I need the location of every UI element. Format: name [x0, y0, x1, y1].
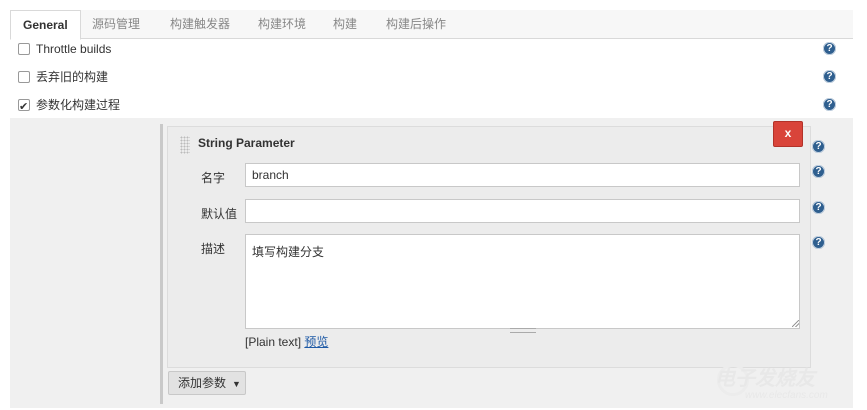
tab-build-triggers[interactable]: 构建触发器 [158, 10, 242, 38]
option-discard-old-builds[interactable]: 丢弃旧的构建 [18, 66, 108, 88]
add-parameter-label: 添加参数 [178, 376, 227, 390]
name-label: 名字 [201, 171, 226, 185]
delete-parameter-button[interactable]: x [773, 121, 803, 147]
parameter-title: String Parameter [198, 136, 295, 150]
help-icon[interactable]: ? [823, 98, 836, 111]
discard-old-builds-checkbox[interactable] [18, 70, 30, 83]
textarea-resize-handle[interactable] [510, 328, 536, 333]
default-value-label: 默认值 [201, 207, 238, 221]
name-input[interactable]: branch [245, 163, 800, 187]
help-icon[interactable]: ? [812, 201, 825, 214]
default-value-input[interactable] [245, 199, 800, 223]
description-textarea[interactable]: 填写构建分支 [245, 234, 800, 329]
help-icon[interactable]: ? [823, 42, 836, 55]
watermark-url: www.elecfans.com [745, 390, 828, 401]
tab-general[interactable]: General [10, 10, 81, 40]
resize-corner-icon[interactable] [792, 320, 799, 327]
tab-build-environment[interactable]: 构建环境 [246, 10, 318, 38]
option-parameterized-build[interactable]: 参数化构建过程 [18, 94, 121, 118]
description-label: 描述 [201, 242, 226, 256]
plain-text-label: [Plain text] [245, 335, 302, 349]
throttle-builds-checkbox[interactable] [18, 42, 30, 55]
parameterized-build-checkbox[interactable] [18, 96, 30, 118]
help-icon[interactable]: ? [812, 140, 825, 153]
tab-source-control[interactable]: 源码管理 [80, 10, 152, 38]
add-parameter-button[interactable]: 添加参数 ▼ [168, 371, 246, 395]
preview-link[interactable]: 预览 [304, 335, 328, 349]
format-hint: [Plain text] 预览 [245, 333, 328, 350]
drag-handle-icon[interactable] [180, 136, 190, 154]
option-throttle-builds[interactable]: Throttle builds [18, 38, 111, 60]
discard-old-builds-label: 丢弃旧的构建 [36, 70, 109, 84]
tab-bar: General 源码管理 构建触发器 构建环境 构建 构建后操作 [10, 10, 853, 40]
section-divider [160, 124, 163, 404]
parameterized-build-label: 参数化构建过程 [36, 98, 121, 112]
help-icon[interactable]: ? [812, 236, 825, 249]
help-icon[interactable]: ? [812, 165, 825, 178]
tab-build[interactable]: 构建 [321, 10, 369, 38]
help-icon[interactable]: ? [823, 70, 836, 83]
tab-post-build[interactable]: 构建后操作 [374, 10, 458, 38]
throttle-builds-label: Throttle builds [36, 42, 112, 56]
watermark-text: 电子发烧友 [715, 368, 815, 390]
caret-down-icon: ▼ [232, 379, 241, 389]
